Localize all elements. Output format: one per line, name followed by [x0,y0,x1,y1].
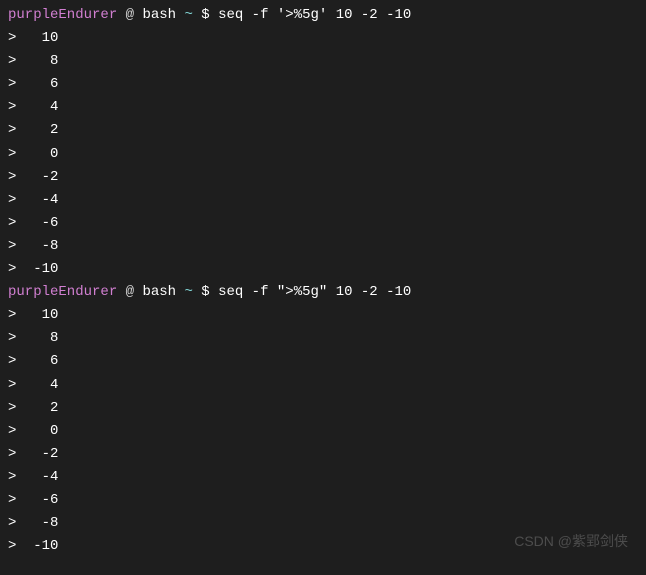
output-line: > 4 [8,374,638,397]
output-block-1: > 10> 8> 6> 4> 2> 0> -2> -4> -6> -8> -10 [8,27,638,281]
output-block-2: > 10> 8> 6> 4> 2> 0> -2> -4> -6> -8> -10 [8,304,638,558]
output-line: > 10 [8,27,638,50]
path: ~ [176,284,201,300]
output-line: > -6 [8,489,638,512]
output-line: > -10 [8,258,638,281]
output-line: > -4 [8,466,638,489]
output-line: > 8 [8,50,638,73]
output-line: > -2 [8,443,638,466]
output-line: > 6 [8,73,638,96]
output-line: > -8 [8,235,638,258]
watermark-text: CSDN @紫郢剑侠 [514,530,628,553]
output-line: > -6 [8,212,638,235]
output-line: > 4 [8,96,638,119]
username: purpleEndurer [8,7,117,23]
output-line: > 0 [8,420,638,443]
path: ~ [176,7,201,23]
shell-name: bash [142,284,176,300]
at-symbol: @ [117,7,142,23]
command-text: seq -f '>%5g' 10 -2 -10 [218,7,411,23]
output-line: > -2 [8,166,638,189]
output-line: > 2 [8,397,638,420]
command-text: seq -f ">%5g" 10 -2 -10 [218,284,411,300]
output-line: > -4 [8,189,638,212]
prompt-line-2[interactable]: purpleEndurer @ bash ~ $ seq -f ">%5g" 1… [8,281,638,304]
output-line: > 8 [8,327,638,350]
prompt-line-1[interactable]: purpleEndurer @ bash ~ $ seq -f '>%5g' 1… [8,4,638,27]
at-symbol: @ [117,284,142,300]
output-line: > 10 [8,304,638,327]
dollar-sign: $ [201,284,218,300]
dollar-sign: $ [201,7,218,23]
output-line: > 6 [8,350,638,373]
output-line: > 2 [8,119,638,142]
output-line: > 0 [8,143,638,166]
shell-name: bash [142,7,176,23]
username: purpleEndurer [8,284,117,300]
